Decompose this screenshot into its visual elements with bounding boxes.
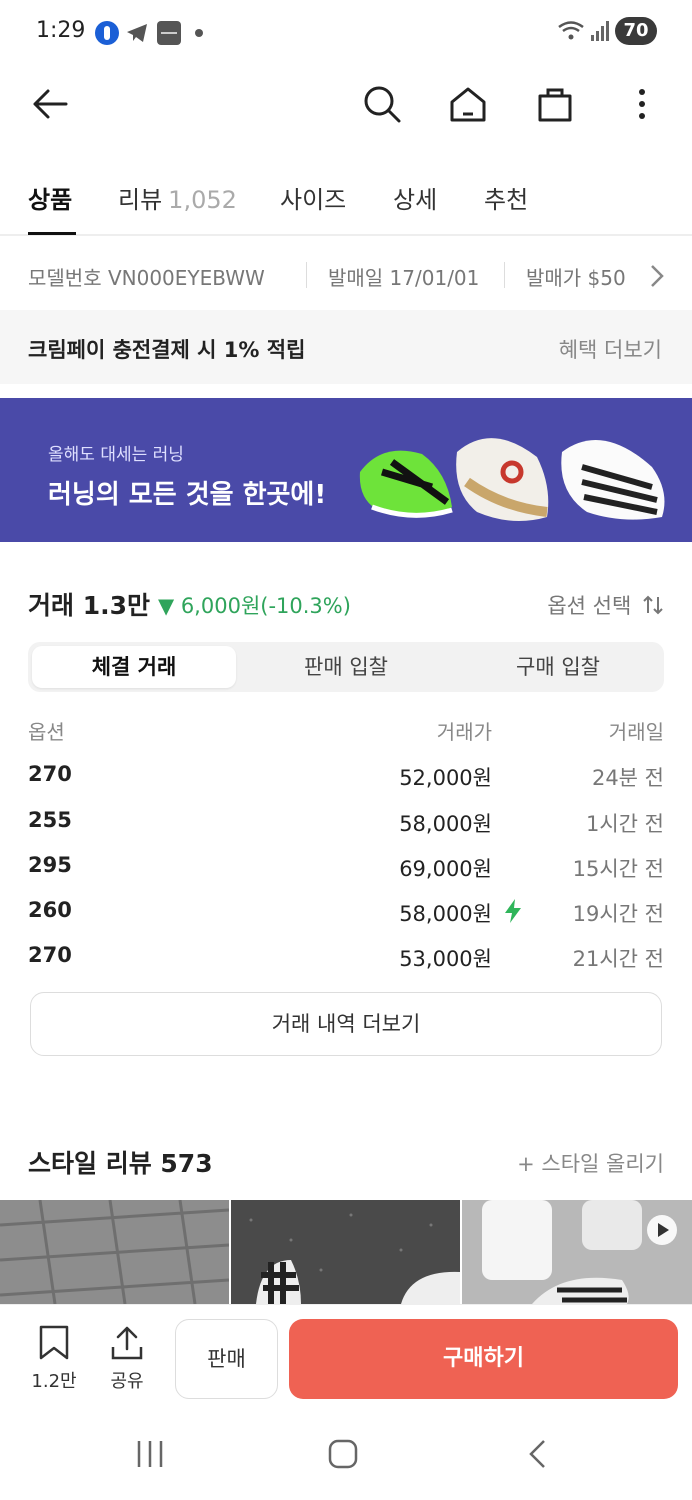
running-shoes-image	[359, 438, 665, 521]
active-tab-indicator	[28, 232, 76, 235]
back-nav-icon[interactable]	[524, 1438, 552, 1474]
table-row: 260 58,000원 19시간 전	[28, 898, 664, 938]
bookmark-icon	[39, 1325, 69, 1360]
row-option: 270	[28, 943, 72, 967]
product-tabs: 상품 리뷰 1,052 사이즈 상세 추천	[0, 160, 692, 236]
battery-indicator: 70	[615, 17, 657, 45]
bookmark-button[interactable]: 1.2만	[26, 1325, 82, 1393]
option-select-button[interactable]: 옵션 선택	[547, 590, 664, 620]
recent-apps-icon[interactable]	[134, 1438, 166, 1474]
style-thumbnail[interactable]	[462, 1200, 692, 1304]
price-change: ▼ 6,000원(-10.3%)	[158, 594, 351, 618]
segment-buy-bids[interactable]: 구매 입찰	[456, 646, 660, 688]
divider	[504, 262, 505, 288]
row-price: 58,000원	[399, 812, 492, 836]
divider	[306, 262, 307, 288]
trade-header: 거래 1.3만 ▼ 6,000원(-10.3%) 옵션 선택	[28, 586, 664, 626]
share-icon	[111, 1326, 143, 1360]
banner-subtitle: 올해도 대세는 러닝	[48, 445, 184, 465]
row-date: 21시간 전	[572, 947, 664, 971]
home-icon[interactable]	[448, 84, 488, 128]
back-arrow-icon[interactable]	[30, 84, 70, 128]
app-notification-icon	[94, 20, 120, 50]
promo-bar[interactable]: 크림페이 충전결제 시 1% 적립 혜택 더보기	[0, 310, 692, 384]
row-option: 295	[28, 853, 72, 877]
segment-sell-bids[interactable]: 판매 입찰	[244, 646, 448, 688]
row-option: 260	[28, 898, 72, 922]
column-option: 옵션	[28, 720, 65, 744]
bookmark-count: 1.2만	[31, 1371, 77, 1392]
style-thumbnail[interactable]	[0, 1200, 229, 1304]
chevron-right-icon[interactable]	[650, 264, 664, 292]
bank-app-icon	[156, 20, 182, 50]
row-option: 255	[28, 808, 72, 832]
wifi-icon	[556, 18, 586, 48]
benefit-more-link[interactable]: 혜택 더보기	[559, 334, 662, 364]
shopping-bag-icon[interactable]	[535, 84, 575, 128]
segment-completed-trades[interactable]: 체결 거래	[32, 646, 236, 688]
status-bar: 1:29 70	[0, 0, 692, 64]
promo-text: 크림페이 충전결제 시 1% 적립	[28, 338, 306, 362]
signal-icon	[590, 20, 610, 46]
style-thumbnails	[0, 1200, 692, 1304]
column-date: 거래일	[608, 720, 664, 744]
product-info-bar[interactable]: 모델번호 VN000EYEBWW 발매일 17/01/01 발매가 $50	[0, 238, 692, 310]
table-row: 270 53,000원 21시간 전	[28, 943, 664, 983]
trade-segment-control: 체결 거래 판매 입찰 구매 입찰	[28, 642, 664, 692]
sort-icon	[643, 595, 663, 615]
row-price: 52,000원	[399, 766, 492, 790]
share-label: 공유	[110, 1371, 144, 1392]
tab-detail[interactable]: 상세	[393, 180, 437, 215]
style-review-header: 스타일 리뷰 573 + 스타일 올리기	[28, 1144, 664, 1184]
model-number: 모델번호 VN000EYEBWW	[28, 266, 265, 290]
status-time: 1:29	[36, 18, 86, 43]
sell-button[interactable]: 판매	[175, 1319, 278, 1399]
more-vertical-icon[interactable]	[630, 84, 654, 128]
tab-size[interactable]: 사이즈	[280, 180, 346, 215]
tab-reviews[interactable]: 리뷰 1,052	[118, 180, 237, 215]
trade-count: 거래 1.3만	[28, 591, 150, 620]
row-option: 270	[28, 762, 72, 786]
release-date: 발매일 17/01/01	[328, 266, 480, 290]
system-nav-bar	[0, 1414, 692, 1500]
table-row: 255 58,000원 1시간 전	[28, 808, 664, 848]
trade-history-more-button[interactable]: 거래 내역 더보기	[30, 992, 662, 1056]
tab-product[interactable]: 상품	[28, 180, 72, 215]
table-row: 295 69,000원 15시간 전	[28, 853, 664, 893]
home-nav-icon[interactable]	[327, 1438, 359, 1474]
telegram-icon	[124, 20, 150, 50]
share-button[interactable]: 공유	[99, 1325, 155, 1393]
tab-recommend[interactable]: 추천	[484, 180, 528, 215]
column-price: 거래가	[436, 720, 492, 744]
search-icon[interactable]	[362, 84, 402, 128]
release-price: 발매가 $50	[526, 266, 626, 290]
row-price: 53,000원	[399, 947, 492, 971]
app-bar	[0, 64, 692, 148]
row-price: 69,000원	[399, 857, 492, 881]
video-play-icon	[646, 1214, 678, 1250]
style-review-title: 스타일 리뷰 573	[28, 1149, 213, 1178]
row-price: 58,000원	[399, 902, 492, 926]
bottom-action-bar: 1.2만 공유 판매 구매하기	[0, 1304, 692, 1414]
row-date: 24분 전	[591, 766, 664, 790]
style-thumbnail[interactable]	[231, 1200, 460, 1304]
table-row: 270 52,000원 24분 전	[28, 762, 664, 802]
banner-title: 러닝의 모든 것을 한곳에!	[48, 480, 327, 510]
style-upload-link[interactable]: + 스타일 올리기	[517, 1148, 664, 1178]
review-count: 1,052	[168, 186, 237, 214]
buy-button[interactable]: 구매하기	[289, 1319, 678, 1399]
trade-table-header: 옵션 거래가 거래일	[28, 716, 664, 746]
row-date: 15시간 전	[572, 857, 664, 881]
running-banner[interactable]: 올해도 대세는 러닝 러닝의 모든 것을 한곳에!	[0, 398, 692, 542]
row-date: 19시간 전	[572, 902, 664, 926]
notification-dot	[195, 29, 203, 37]
fast-delivery-bolt-icon	[502, 898, 524, 929]
row-date: 1시간 전	[586, 812, 664, 836]
